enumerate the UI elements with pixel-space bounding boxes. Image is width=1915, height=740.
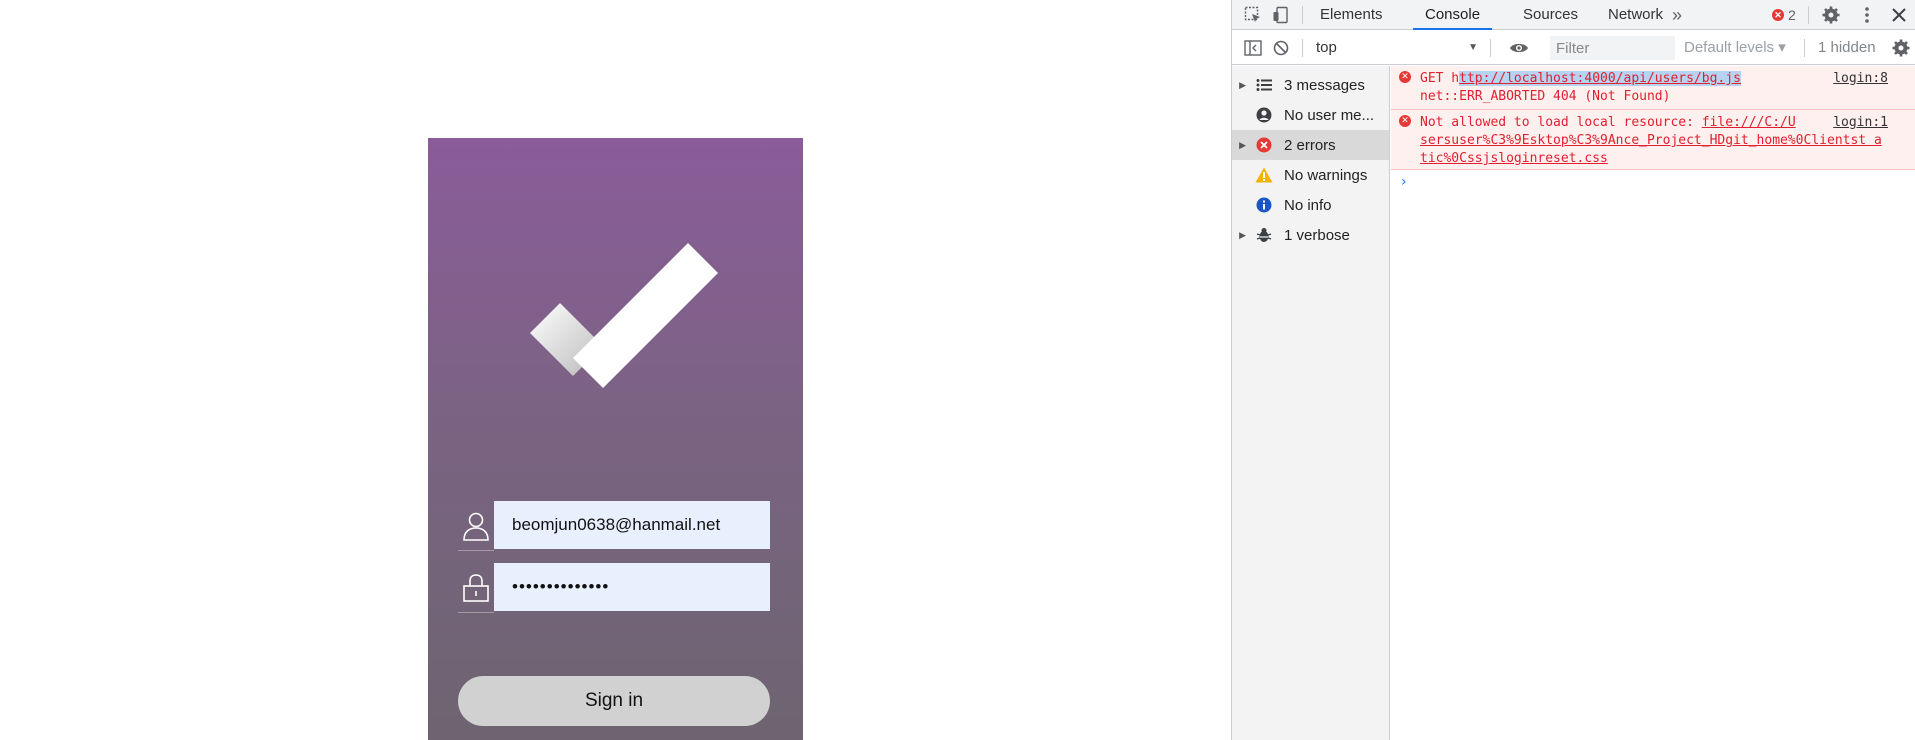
message-url-link[interactable]: ttp://localhost:4000/api/users/bg.js bbox=[1459, 71, 1741, 86]
login-card: Sign in bbox=[428, 138, 803, 740]
password-row bbox=[458, 563, 773, 613]
email-field[interactable] bbox=[494, 501, 770, 549]
log-levels-dropdown[interactable]: Default levels ▾ bbox=[1684, 37, 1786, 59]
tab-sources[interactable]: Sources bbox=[1511, 0, 1590, 30]
email-row bbox=[458, 501, 773, 551]
bug-icon bbox=[1254, 225, 1274, 245]
sidebar-item-user-messages[interactable]: No user me... bbox=[1232, 100, 1389, 130]
user-icon bbox=[1254, 105, 1274, 125]
sidebar-item-label: No warnings bbox=[1284, 166, 1368, 184]
expand-arrow-icon: ▶ bbox=[1239, 139, 1246, 150]
more-options-icon[interactable] bbox=[1856, 4, 1878, 26]
user-icon bbox=[458, 501, 494, 551]
tab-elements[interactable]: Elements bbox=[1308, 0, 1395, 30]
warning-icon bbox=[1254, 165, 1274, 185]
message-url-continued[interactable]: sersuser%C3%9Esktop%C3%9Ance_Project_HDg… bbox=[1420, 132, 1888, 168]
message-line-1: Not allowed to load local resource: file… bbox=[1420, 114, 1888, 132]
toolbar-divider bbox=[1302, 39, 1303, 57]
toolbar-divider bbox=[1490, 39, 1491, 57]
error-icon: ✕ bbox=[1399, 71, 1411, 83]
sidebar-item-label: 1 verbose bbox=[1284, 226, 1350, 244]
console-error-message: ✕ GET http://localhost:4000/api/users/bg… bbox=[1391, 66, 1915, 110]
info-icon bbox=[1254, 195, 1274, 215]
message-method: GET h bbox=[1420, 71, 1460, 86]
sidebar-item-messages[interactable]: ▶ 3 messages bbox=[1232, 70, 1389, 100]
sidebar-item-info[interactable]: No info bbox=[1232, 190, 1389, 220]
message-line-1: GET http://localhost:4000/api/users/bg.j… bbox=[1420, 70, 1888, 88]
message-line-2: net::ERR_ABORTED 404 (Not Found) bbox=[1420, 89, 1671, 104]
devtools-panel: Elements Console Sources Network » ✕ 2 t… bbox=[1231, 0, 1915, 740]
sidebar-item-errors[interactable]: ▶ 2 errors bbox=[1232, 130, 1389, 160]
console-messages: ✕ GET http://localhost:4000/api/users/bg… bbox=[1391, 66, 1915, 740]
eye-icon[interactable] bbox=[1508, 37, 1530, 59]
context-select[interactable]: top ▼ bbox=[1312, 37, 1484, 59]
error-icon: ✕ bbox=[1399, 115, 1411, 127]
clear-console-icon[interactable] bbox=[1270, 37, 1292, 59]
tab-console[interactable]: Console bbox=[1413, 0, 1493, 30]
device-toolbar-icon[interactable] bbox=[1270, 4, 1292, 26]
error-icon bbox=[1254, 135, 1274, 155]
console-settings-gear-icon[interactable] bbox=[1890, 37, 1912, 59]
list-icon bbox=[1254, 75, 1274, 95]
sidebar-toggle-icon[interactable] bbox=[1242, 37, 1264, 59]
error-count-label: 2 bbox=[1788, 7, 1796, 23]
sidebar-item-label: 3 messages bbox=[1284, 76, 1365, 94]
sidebar-item-warnings[interactable]: No warnings bbox=[1232, 160, 1389, 190]
expand-arrow-icon: ▶ bbox=[1239, 229, 1246, 240]
error-count-badge[interactable]: ✕ 2 bbox=[1772, 5, 1796, 25]
console-sidebar: ▶ 3 messages No user me... ▶ 2 errors No… bbox=[1232, 66, 1390, 740]
context-value: top bbox=[1316, 39, 1337, 56]
message-url-link[interactable]: file:///C:/U bbox=[1702, 115, 1796, 130]
toolbar-divider bbox=[1302, 6, 1303, 24]
console-error-message: ✕ Not allowed to load local resource: fi… bbox=[1391, 110, 1915, 170]
message-text: Not allowed to load local resource: bbox=[1420, 115, 1702, 130]
sidebar-item-label: No user me... bbox=[1284, 106, 1375, 124]
console-prompt[interactable]: › bbox=[1391, 170, 1915, 190]
console-toolbar: top ▼ Default levels ▾ 1 hidden bbox=[1232, 31, 1915, 65]
devtools-tab-bar: Elements Console Sources Network » ✕ 2 bbox=[1232, 0, 1915, 30]
sidebar-item-label: No info bbox=[1284, 196, 1332, 214]
sidebar-item-label: 2 errors bbox=[1284, 136, 1336, 154]
expand-arrow-icon: ▶ bbox=[1239, 79, 1246, 90]
close-icon[interactable] bbox=[1888, 4, 1910, 26]
hidden-count: 1 hidden bbox=[1818, 39, 1876, 56]
password-field[interactable] bbox=[494, 563, 770, 611]
settings-gear-icon[interactable] bbox=[1820, 4, 1842, 26]
source-link[interactable]: login:8 bbox=[1833, 70, 1888, 88]
error-icon: ✕ bbox=[1772, 9, 1784, 21]
sign-in-button[interactable]: Sign in bbox=[458, 676, 770, 726]
lock-icon bbox=[458, 563, 494, 613]
source-link[interactable]: login:1 bbox=[1833, 114, 1888, 132]
toolbar-divider bbox=[1808, 6, 1809, 24]
more-tabs-icon[interactable]: » bbox=[1666, 4, 1688, 26]
sidebar-item-verbose[interactable]: ▶ 1 verbose bbox=[1232, 220, 1389, 250]
chevron-down-icon: ▼ bbox=[1468, 42, 1478, 53]
toolbar-divider bbox=[1804, 39, 1805, 57]
page-viewport: Sign in bbox=[0, 0, 1231, 740]
inspect-element-icon[interactable] bbox=[1242, 4, 1264, 26]
filter-input[interactable] bbox=[1550, 36, 1675, 60]
checkmark-logo-icon bbox=[530, 243, 718, 388]
tab-network[interactable]: Network bbox=[1596, 0, 1675, 30]
